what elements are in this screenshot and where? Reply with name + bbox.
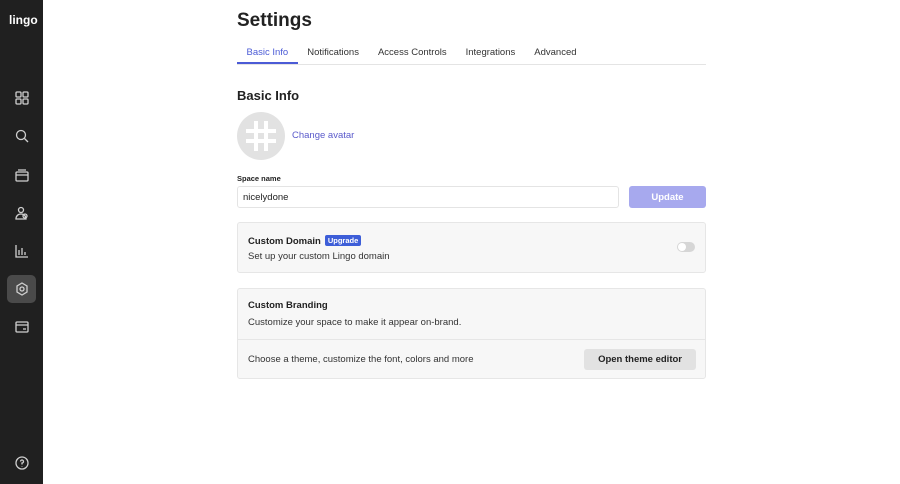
sidebar: lingo: [0, 0, 43, 484]
users-icon: [14, 206, 28, 220]
settings-tabs: Basic Info Notifications Access Controls…: [237, 44, 706, 65]
nav-help[interactable]: [7, 449, 36, 477]
tab-integrations[interactable]: Integrations: [456, 44, 525, 64]
custom-domain-title: Custom Domain Upgrade: [248, 235, 362, 247]
nav-billing[interactable]: [7, 313, 36, 341]
nav-search[interactable]: [7, 122, 36, 150]
theme-desc: Choose a theme, customize the font, colo…: [248, 354, 474, 365]
space-name-label: Space name: [237, 174, 281, 183]
custom-domain-desc: Set up your custom Lingo domain: [248, 251, 390, 262]
update-button[interactable]: Update: [629, 186, 706, 208]
custom-branding-card: Custom Branding Customize your space to …: [237, 288, 706, 379]
card-icon: [14, 321, 29, 333]
search-icon: [15, 129, 28, 143]
nav-archive[interactable]: [7, 161, 36, 189]
page-title: Settings: [237, 10, 312, 31]
nav-dashboard[interactable]: [7, 84, 36, 112]
upgrade-badge[interactable]: Upgrade: [324, 235, 362, 246]
tab-advanced[interactable]: Advanced: [525, 44, 586, 64]
tab-access-controls[interactable]: Access Controls: [368, 44, 456, 64]
tab-basic-info[interactable]: Basic Info: [237, 44, 298, 64]
grid-icon: [14, 91, 29, 105]
nav-settings[interactable]: [7, 275, 36, 303]
archive-icon: [14, 169, 29, 182]
avatar[interactable]: [237, 112, 285, 160]
custom-domain-card: Custom Domain Upgrade Set up your custom …: [237, 222, 706, 273]
tab-notifications[interactable]: Notifications: [298, 44, 369, 64]
logo[interactable]: lingo: [9, 13, 38, 27]
nav-users[interactable]: [7, 199, 36, 227]
custom-domain-title-text: Custom Domain: [248, 236, 321, 247]
hash-icon: [246, 121, 276, 151]
custom-branding-title: Custom Branding: [248, 300, 328, 311]
section-heading: Basic Info: [237, 88, 300, 103]
custom-domain-toggle[interactable]: [677, 242, 695, 252]
divider: [238, 339, 705, 340]
change-avatar-link[interactable]: Change avatar: [292, 130, 354, 141]
nav-analytics[interactable]: [7, 237, 36, 265]
chart-icon: [14, 245, 28, 258]
space-name-input[interactable]: [237, 186, 619, 208]
custom-branding-desc: Customize your space to make it appear o…: [248, 317, 462, 328]
gear-icon: [15, 282, 28, 296]
open-theme-editor-button[interactable]: Open theme editor: [584, 349, 696, 370]
help-icon: [14, 456, 29, 470]
